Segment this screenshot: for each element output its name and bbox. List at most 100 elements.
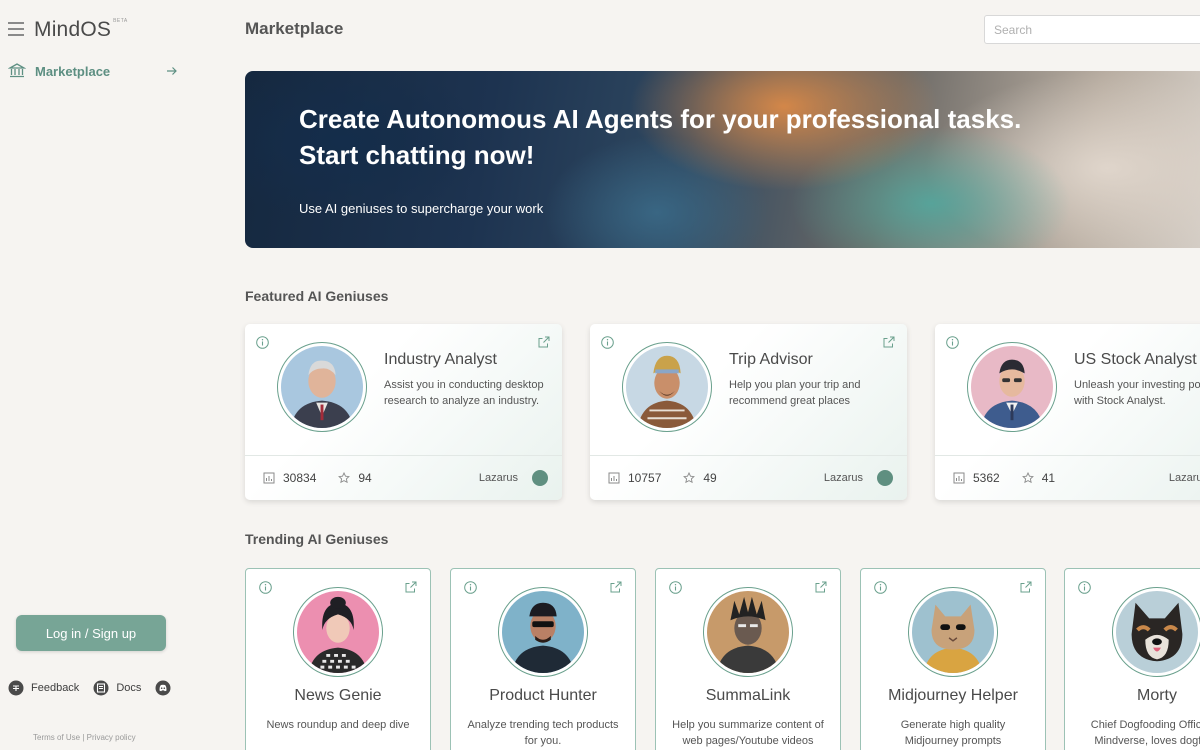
avatar-image	[707, 591, 789, 673]
card-description: Analyze trending tech products for you.	[467, 719, 619, 747]
trending-section-title: Trending AI Geniuses	[245, 531, 389, 547]
divider	[590, 455, 907, 456]
legal-separator: |	[82, 733, 85, 742]
info-icon[interactable]	[946, 336, 959, 349]
arrow-right-icon	[167, 67, 177, 75]
login-signup-button[interactable]: Log in / Sign up	[16, 615, 166, 651]
card-description: Help you summarize content of web pages/…	[672, 719, 824, 747]
trending-card[interactable]: Morty Chief Dogfooding Officer at Mindve…	[1064, 568, 1200, 750]
card-description: Assist you in conducting desktop researc…	[384, 379, 544, 407]
card-title: Morty	[1137, 687, 1177, 704]
trending-card[interactable]: SummaLink Help you summarize content of …	[655, 568, 841, 750]
featured-card[interactable]: US Stock Analyst Unleash your investing …	[935, 324, 1200, 500]
card-description: Help you plan your trip and recommend gr…	[729, 379, 861, 407]
chart-icon	[953, 472, 965, 484]
usage-count: 10757	[628, 471, 662, 485]
author-name[interactable]: Lazarus	[479, 472, 518, 484]
avatar	[703, 587, 793, 677]
star-icon[interactable]	[338, 472, 351, 484]
sidebar: MindOS BETA Marketplace Log in / Sign up …	[0, 0, 205, 750]
privacy-link[interactable]: Privacy policy	[87, 733, 136, 742]
feedback-icon	[8, 680, 24, 696]
avatar-image	[1116, 591, 1198, 673]
feedback-link[interactable]: Feedback	[8, 680, 79, 696]
docs-link[interactable]: Docs	[93, 680, 141, 696]
info-icon[interactable]	[1078, 581, 1091, 594]
external-link-icon[interactable]	[538, 336, 550, 348]
avatar	[908, 587, 998, 677]
card-description: Generate high quality Midjourney prompts	[900, 719, 1006, 747]
terms-link[interactable]: Terms of Use	[33, 733, 80, 742]
hero-title: Create Autonomous AI Agents for your pro…	[299, 101, 1099, 173]
sidebar-item-marketplace[interactable]: Marketplace	[8, 60, 178, 82]
usage-count: 5362	[973, 471, 1000, 485]
bank-icon	[8, 63, 26, 78]
card-stats: 30834 94	[263, 471, 394, 485]
page-title: Marketplace	[245, 19, 344, 38]
logo-text: MindOS	[34, 18, 112, 41]
info-icon[interactable]	[464, 581, 477, 594]
beta-badge: BETA	[113, 18, 128, 24]
info-icon[interactable]	[669, 581, 682, 594]
card-title: Industry Analyst	[384, 351, 497, 368]
avatar	[293, 587, 383, 677]
star-icon[interactable]	[1021, 472, 1034, 484]
card-title: US Stock Analyst	[1074, 351, 1197, 368]
hero-title-line2: Start chatting now!	[299, 140, 535, 170]
chart-icon	[263, 472, 275, 484]
search-input[interactable]	[984, 15, 1200, 44]
usage-count: 30834	[283, 471, 317, 485]
info-icon[interactable]	[259, 581, 272, 594]
avatar-image	[626, 346, 708, 428]
card-title: Midjourney Helper	[888, 687, 1018, 704]
info-icon[interactable]	[256, 336, 269, 349]
avatar-image	[912, 591, 994, 673]
avatar-image	[502, 591, 584, 673]
external-link-icon[interactable]	[610, 581, 622, 593]
hamburger-menu-icon[interactable]	[8, 22, 24, 36]
avatar	[622, 342, 712, 432]
avatar	[967, 342, 1057, 432]
featured-card[interactable]: Trip Advisor Help you plan your trip and…	[590, 324, 907, 500]
trending-card[interactable]: Midjourney Helper Generate high quality …	[860, 568, 1046, 750]
sidebar-item-label: Marketplace	[35, 63, 111, 79]
divider	[245, 455, 562, 456]
external-link-icon[interactable]	[1020, 581, 1032, 593]
card-title: Product Hunter	[489, 687, 597, 704]
avatar-image	[971, 346, 1053, 428]
external-link-icon[interactable]	[883, 336, 895, 348]
external-link-icon[interactable]	[405, 581, 417, 593]
star-icon[interactable]	[683, 472, 696, 484]
card-title: News Genie	[294, 687, 382, 704]
info-icon[interactable]	[601, 336, 614, 349]
chart-icon	[608, 472, 620, 484]
avatar-image	[297, 591, 379, 673]
external-link-icon[interactable]	[815, 581, 827, 593]
card-title: SummaLink	[705, 687, 791, 704]
star-count: 94	[358, 471, 372, 485]
trending-card[interactable]: Product Hunter Analyze trending tech pro…	[450, 568, 636, 750]
avatar	[498, 587, 588, 677]
sidebar-footer: Feedback Docs	[8, 680, 192, 696]
avatar	[1112, 587, 1200, 677]
author-logo-icon	[532, 470, 548, 486]
featured-card[interactable]: Industry Analyst Assist you in conductin…	[245, 324, 562, 500]
feedback-label: Feedback	[31, 682, 80, 694]
avatar-image	[281, 346, 363, 428]
author-name[interactable]: Lazarus	[1169, 472, 1200, 484]
discord-link[interactable]	[155, 680, 178, 696]
card-title: Trip Advisor	[729, 351, 813, 368]
app-logo[interactable]: MindOS BETA	[34, 18, 128, 42]
hero-title-line1: Create Autonomous AI Agents for your pro…	[299, 104, 1022, 134]
star-count: 41	[1041, 471, 1056, 485]
divider	[935, 455, 1200, 456]
star-count: 49	[703, 471, 717, 485]
card-stats: 10757 49	[608, 471, 739, 485]
info-icon[interactable]	[874, 581, 887, 594]
card-description: News roundup and deep dive	[266, 719, 410, 731]
author-logo-icon	[877, 470, 893, 486]
author-name[interactable]: Lazarus	[824, 472, 863, 484]
card-description: Unleash your investing potential with St…	[1074, 379, 1200, 407]
trending-card[interactable]: News Genie News roundup and deep dive	[245, 568, 431, 750]
discord-icon	[155, 680, 171, 696]
